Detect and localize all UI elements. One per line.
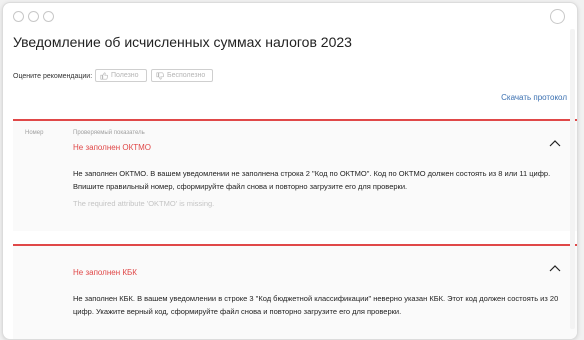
- error-title: Не заполнен ОКТМО: [73, 143, 152, 152]
- not-useful-label: Бесполезно: [167, 72, 206, 79]
- not-useful-button[interactable]: Бесполезно: [151, 69, 213, 82]
- window-maximize-dot[interactable]: [43, 11, 54, 22]
- download-protocol-link[interactable]: Скачать протокол: [501, 93, 567, 102]
- error-description: Не заполнен ОКТМО. В вашем уведомлении н…: [73, 169, 551, 191]
- window-close-dot[interactable]: [13, 11, 24, 22]
- error-description: Не заполнен КБК. В вашем уведомлении в с…: [73, 294, 559, 316]
- useful-button[interactable]: Полезно: [95, 69, 147, 82]
- chevron-up-icon[interactable]: [549, 139, 561, 147]
- rate-label: Оцените рекомендации:: [13, 73, 93, 80]
- browser-window: Уведомление об исчисленных суммах налого…: [2, 2, 578, 340]
- window-titlebar: [3, 3, 577, 27]
- error-title: Не заполнен КБК: [73, 268, 137, 277]
- column-header-indicator: Проверяемый показатель: [73, 130, 145, 136]
- error-technical-message: The required attribute 'OKTMO' is missin…: [73, 199, 215, 208]
- thumbs-up-icon: [100, 71, 108, 80]
- page-title: Уведомление об исчисленных суммах налого…: [13, 34, 352, 50]
- error-card: Номер Проверяемый показатель Не заполнен…: [13, 121, 577, 231]
- scrollbar[interactable]: [570, 29, 575, 329]
- chevron-up-icon[interactable]: [549, 264, 561, 272]
- thumbs-down-icon: [156, 71, 164, 80]
- window-menu-icon[interactable]: [550, 9, 565, 24]
- error-card: Не заполнен КБК Не заполнен КБК. В вашем…: [13, 246, 577, 339]
- column-header-number: Номер: [25, 130, 44, 136]
- window-minimize-dot[interactable]: [28, 11, 39, 22]
- useful-label: Полезно: [111, 72, 139, 79]
